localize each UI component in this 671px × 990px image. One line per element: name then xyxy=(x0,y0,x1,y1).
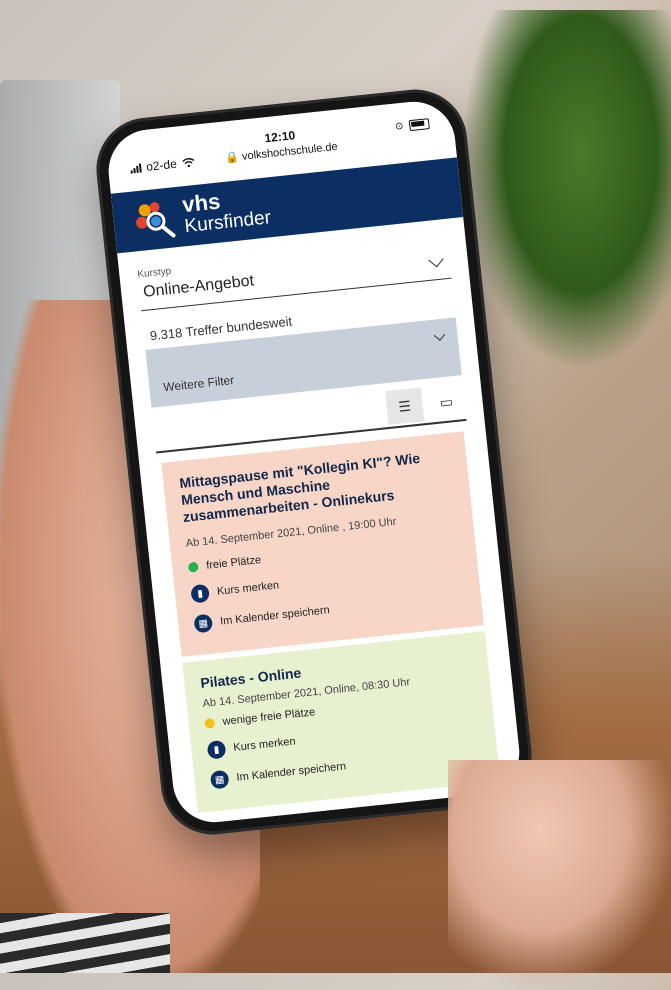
tapping-thumb xyxy=(448,760,671,990)
phone: o2-de 12:10 🔒 volkshochschule.de ⊙ vhs K… xyxy=(91,84,537,840)
lock-icon: 🔒 xyxy=(224,151,240,165)
availability-text: wenige freie Plätze xyxy=(222,706,316,728)
calendar-icon: ▦ xyxy=(193,613,214,634)
chevron-down-icon xyxy=(428,251,444,267)
calendar-label: Im Kalender speichern xyxy=(235,760,347,784)
battery-icon xyxy=(408,118,430,132)
chevron-down-icon xyxy=(433,329,446,341)
calendar-label: Im Kalender speichern xyxy=(219,604,331,628)
background-plant xyxy=(461,10,671,370)
vhs-logo-icon[interactable] xyxy=(132,197,180,243)
more-filters-label: Weitere Filter xyxy=(162,372,235,395)
bookmark-label: Kurs merken xyxy=(232,735,297,754)
sleeve xyxy=(0,913,170,973)
course-card[interactable]: Mittagspause mit "Kollegin KI"? Wie Mens… xyxy=(161,431,484,657)
availability-text: freie Plätze xyxy=(205,554,262,572)
calendar-icon: ▦ xyxy=(209,769,230,790)
card-view-button[interactable]: ▭ xyxy=(427,383,466,421)
availability-dot-icon xyxy=(204,717,216,729)
phone-screen: o2-de 12:10 🔒 volkshochschule.de ⊙ vhs K… xyxy=(104,97,524,827)
card-view-icon: ▭ xyxy=(438,392,454,410)
bookmark-icon: ▮ xyxy=(190,583,211,604)
brand[interactable]: vhs Kursfinder xyxy=(181,185,272,238)
main-content: Kurstyp Online-Angebot 9.318 Treffer bun… xyxy=(117,217,522,815)
orientation-lock-icon: ⊙ xyxy=(394,120,404,133)
list-view-button[interactable]: ☰ xyxy=(384,387,425,426)
availability-dot-icon xyxy=(187,561,199,573)
bookmark-icon: ▮ xyxy=(206,739,227,760)
list-icon: ☰ xyxy=(397,397,412,415)
bookmark-label: Kurs merken xyxy=(216,579,280,598)
